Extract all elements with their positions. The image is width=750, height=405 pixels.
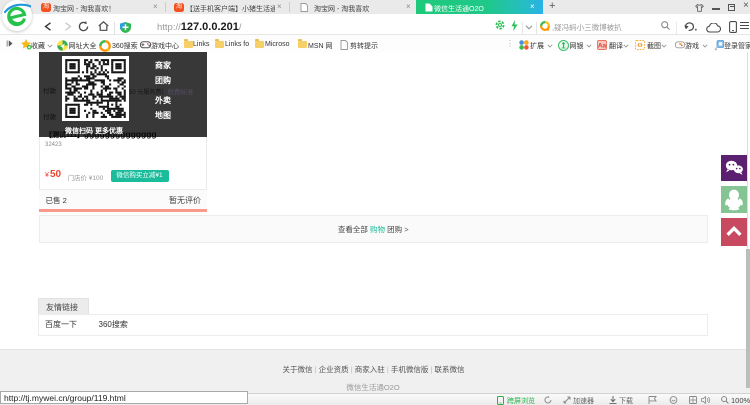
svg-text:Aa: Aa bbox=[598, 42, 607, 49]
